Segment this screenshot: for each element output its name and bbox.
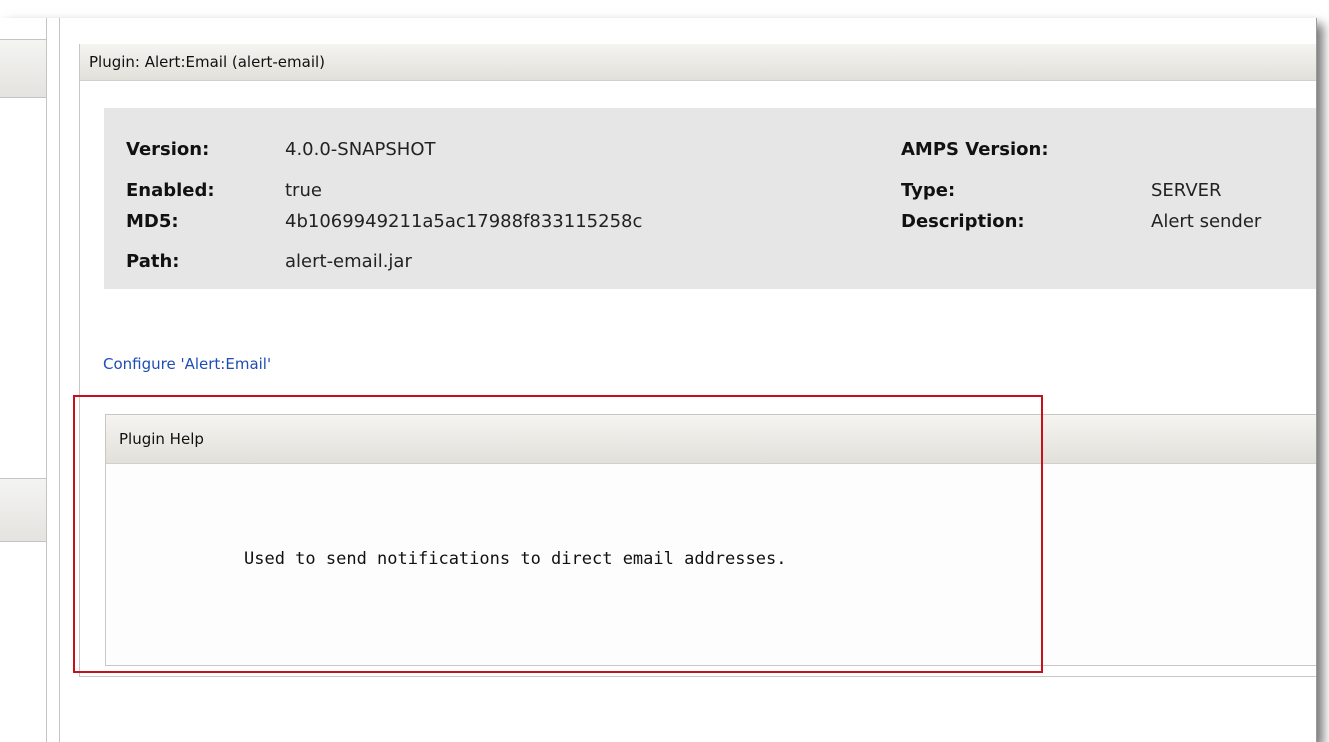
amps-version-label: AMPS Version:: [901, 139, 1049, 160]
path-label: Path:: [126, 251, 180, 272]
enabled-value: true: [285, 180, 322, 201]
enabled-label: Enabled:: [126, 180, 215, 201]
plugin-title: Plugin: Alert:Email (alert-email): [80, 44, 1316, 81]
version-value: 4.0.0-SNAPSHOT: [285, 139, 436, 160]
md5-label: MD5:: [126, 211, 179, 232]
plugin-help-panel: Plugin Help Used to send notifications t…: [105, 414, 1316, 666]
md5-value: 4b1069949211a5ac17988f833115258c: [285, 211, 643, 232]
description-value: Alert sender: [1151, 211, 1262, 232]
type-value: SERVER: [1151, 180, 1222, 201]
left-nav-tab[interactable]: [0, 39, 46, 98]
version-label: Version:: [126, 139, 210, 160]
plugin-window: Plugin: Alert:Email (alert-email) Versio…: [0, 18, 1317, 742]
type-label: Type:: [901, 180, 956, 201]
left-nav-strip: [0, 18, 52, 742]
plugin-help-text: Used to send notifications to direct ema…: [244, 549, 787, 569]
plugin-panel: Plugin: Alert:Email (alert-email) Versio…: [79, 44, 1316, 677]
configure-plugin-link[interactable]: Configure 'Alert:Email': [103, 355, 271, 373]
plugin-help-title: Plugin Help: [106, 415, 1316, 464]
divider: [59, 18, 60, 742]
plugin-info-box: Version: 4.0.0-SNAPSHOT Enabled: true MD…: [104, 108, 1316, 289]
path-value: alert-email.jar: [285, 251, 412, 272]
divider: [46, 18, 47, 742]
description-label: Description:: [901, 211, 1025, 232]
left-nav-tab[interactable]: [0, 478, 46, 542]
